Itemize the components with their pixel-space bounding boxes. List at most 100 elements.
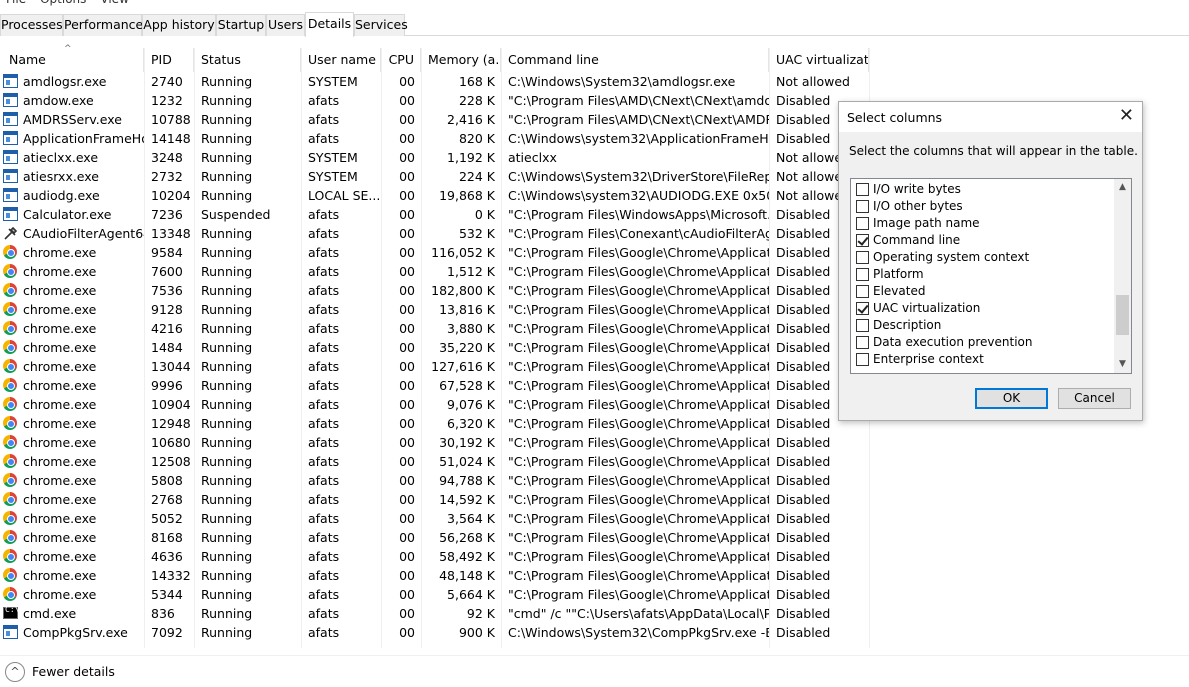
tab-services[interactable]: Services [354, 14, 408, 36]
process-status: Running [201, 131, 253, 146]
process-pid: 5808 [151, 473, 183, 488]
process-cpu: 00 [399, 568, 415, 583]
table-row[interactable]: chrome.exe 9128 Running afats 00 13,816 K "C:\… [0, 300, 870, 319]
table-row[interactable]: chrome.exe 12948 Running afats 00 6,320 K "C:\… [0, 414, 870, 433]
column-header-uac-virtualization[interactable]: UAC virtualizat... [769, 48, 869, 72]
table-row[interactable]: chrome.exe 1484 Running afats 00 35,220 K "C:\… [0, 338, 870, 357]
process-memory: 127,616 K [431, 359, 495, 374]
table-row[interactable]: chrome.exe 5052 Running afats 00 3,564 K "C:\P… [0, 509, 870, 528]
scroll-up-icon[interactable]: ▲ [1114, 179, 1131, 196]
listbox-scrollbar[interactable]: ▲ ▼ [1114, 179, 1131, 373]
scroll-down-icon[interactable]: ▼ [1114, 356, 1131, 373]
column-header-cpu[interactable]: CPU [381, 48, 421, 72]
process-memory: 168 K [458, 74, 495, 89]
process-pid: 7600 [151, 264, 183, 279]
option-checkbox[interactable] [856, 200, 869, 213]
tab-startup[interactable]: Startup [216, 14, 266, 36]
process-status: Running [201, 74, 253, 89]
process-cpu: 00 [399, 150, 415, 165]
fewer-details-link[interactable]: Fewer details [32, 664, 115, 679]
table-row[interactable]: chrome.exe 8168 Running afats 00 56,268 K "C:\… [0, 528, 870, 547]
column-header-memory[interactable]: Memory (a... [421, 48, 501, 72]
table-row[interactable]: atieclxx.exe 3248 Running SYSTEM 00 1,192 K at… [0, 148, 870, 167]
process-memory: 1,192 K [447, 150, 495, 165]
table-row[interactable]: chrome.exe 2768 Running afats 00 14,592 K "C:\… [0, 490, 870, 509]
table-row[interactable]: chrome.exe 7600 Running afats 00 1,512 K "C:\P… [0, 262, 870, 281]
process-status: Running [201, 568, 253, 583]
process-pid: 7092 [151, 625, 183, 640]
process-name: chrome.exe [23, 549, 97, 564]
process-user: LOCAL SE... [308, 188, 381, 203]
table-row[interactable]: chrome.exe 10904 Running afats 00 9,076 K "C:\… [0, 395, 870, 414]
process-command-line: "C:\Program Files\Google\Chrome\Applicat… [508, 397, 769, 412]
table-row[interactable]: chrome.exe 5808 Running afats 00 94,788 K "C:\… [0, 471, 870, 490]
process-status: Running [201, 264, 253, 279]
tab-performance[interactable]: Performance [63, 14, 143, 36]
process-memory: 67,528 K [439, 378, 495, 393]
table-row[interactable]: ApplicationFrameHo... 14148 Running afats 00… [0, 129, 870, 148]
table-row[interactable]: chrome.exe 13044 Running afats 00 127,616 K "C… [0, 357, 870, 376]
process-user: afats [308, 302, 340, 317]
table-row[interactable]: CAudioFilterAgent64.... 13348 Running afats… [0, 224, 870, 243]
table-row[interactable]: cmd.exe 836 Running afats 00 92 K "cmd" /c ""C… [0, 604, 870, 623]
process-name: chrome.exe [23, 283, 97, 298]
table-row[interactable]: chrome.exe 14332 Running afats 00 48,148 K "C:… [0, 566, 870, 585]
table-row[interactable]: chrome.exe 4216 Running afats 00 3,880 K "C:\P… [0, 319, 870, 338]
tab-app-history[interactable]: App history [142, 14, 216, 36]
table-row[interactable]: CompPkgSrv.exe 7092 Running afats 00 900 K C:\… [0, 623, 870, 642]
table-row[interactable]: chrome.exe 4636 Running afats 00 58,492 K "C:\… [0, 547, 870, 566]
option-checkbox[interactable] [856, 302, 869, 315]
process-cpu: 00 [399, 435, 415, 450]
column-header-pid[interactable]: PID [144, 48, 194, 72]
tab-processes[interactable]: Processes [0, 14, 63, 36]
option-label: Operating system context [873, 250, 1030, 264]
process-uac: Disabled [776, 511, 831, 526]
menu-view[interactable]: View [100, 0, 128, 8]
cancel-button[interactable]: Cancel [1058, 388, 1131, 409]
table-row[interactable]: AMDRSServ.exe 10788 Running afats 00 2,416 K "… [0, 110, 870, 129]
option-checkbox[interactable] [856, 319, 869, 332]
process-status: Running [201, 397, 253, 412]
table-row[interactable]: chrome.exe 12508 Running afats 00 51,024 K "C:… [0, 452, 870, 471]
columns-listbox[interactable]: Enterprise context Data execution prevent… [850, 178, 1132, 374]
option-checkbox[interactable] [856, 353, 869, 366]
process-cpu: 00 [399, 340, 415, 355]
table-row[interactable]: amdow.exe 1232 Running afats 00 228 K "C:\Prog… [0, 91, 870, 110]
option-checkbox[interactable] [856, 285, 869, 298]
option-checkbox[interactable] [856, 336, 869, 349]
scrollbar-thumb[interactable] [1116, 295, 1129, 335]
table-row[interactable]: Calculator.exe 7236 Suspended afats 00 0 K "C:… [0, 205, 870, 224]
table-row[interactable]: chrome.exe 9584 Running afats 00 116,052 K "C:… [0, 243, 870, 262]
table-row[interactable]: atiesrxx.exe 2732 Running SYSTEM 00 224 K C:\W… [0, 167, 870, 186]
option-checkbox[interactable] [856, 268, 869, 281]
process-status: Running [201, 587, 253, 602]
tab-details[interactable]: Details [305, 12, 354, 37]
option-checkbox[interactable] [856, 234, 869, 247]
table-row[interactable]: chrome.exe 5344 Running afats 00 5,664 K "C:\P… [0, 585, 870, 604]
table-row[interactable]: amdlogsr.exe 2740 Running SYSTEM 00 168 K C:\W… [0, 72, 870, 91]
column-header-name[interactable]: Name [2, 48, 144, 72]
option-checkbox[interactable] [856, 251, 869, 264]
tab-users[interactable]: Users [266, 14, 305, 36]
chevron-up-icon[interactable]: ^ [5, 662, 25, 682]
process-name: AMDRSServ.exe [23, 112, 122, 127]
ok-button[interactable]: OK [975, 388, 1048, 409]
table-row[interactable]: chrome.exe 9996 Running afats 00 67,528 K "C:\… [0, 376, 870, 395]
process-command-line: "C:\Program Files\AMD\CNext\CNext\amdow.… [508, 93, 769, 108]
column-header-user-name[interactable]: User name [301, 48, 381, 72]
column-header-status[interactable]: Status [194, 48, 301, 72]
process-name: chrome.exe [23, 359, 97, 374]
option-checkbox[interactable] [856, 217, 869, 230]
table-row[interactable]: chrome.exe 10680 Running afats 00 30,192 K "C:… [0, 433, 870, 452]
dialog-title: Select columns [847, 110, 943, 125]
column-header-command-line[interactable]: Command line [501, 48, 769, 72]
process-status: Running [201, 245, 253, 260]
process-memory: 3,564 K [447, 511, 495, 526]
menu-options[interactable]: Options [40, 0, 86, 8]
menu-file[interactable]: File [6, 0, 26, 8]
process-user: afats [308, 606, 340, 621]
table-row[interactable]: audiodg.exe 10204 Running LOCAL SE... 00 19,8… [0, 186, 870, 205]
table-row[interactable]: chrome.exe 7536 Running afats 00 182,800 K "C:… [0, 281, 870, 300]
close-icon[interactable]: ✕ [1119, 106, 1134, 126]
option-checkbox[interactable] [856, 183, 869, 196]
